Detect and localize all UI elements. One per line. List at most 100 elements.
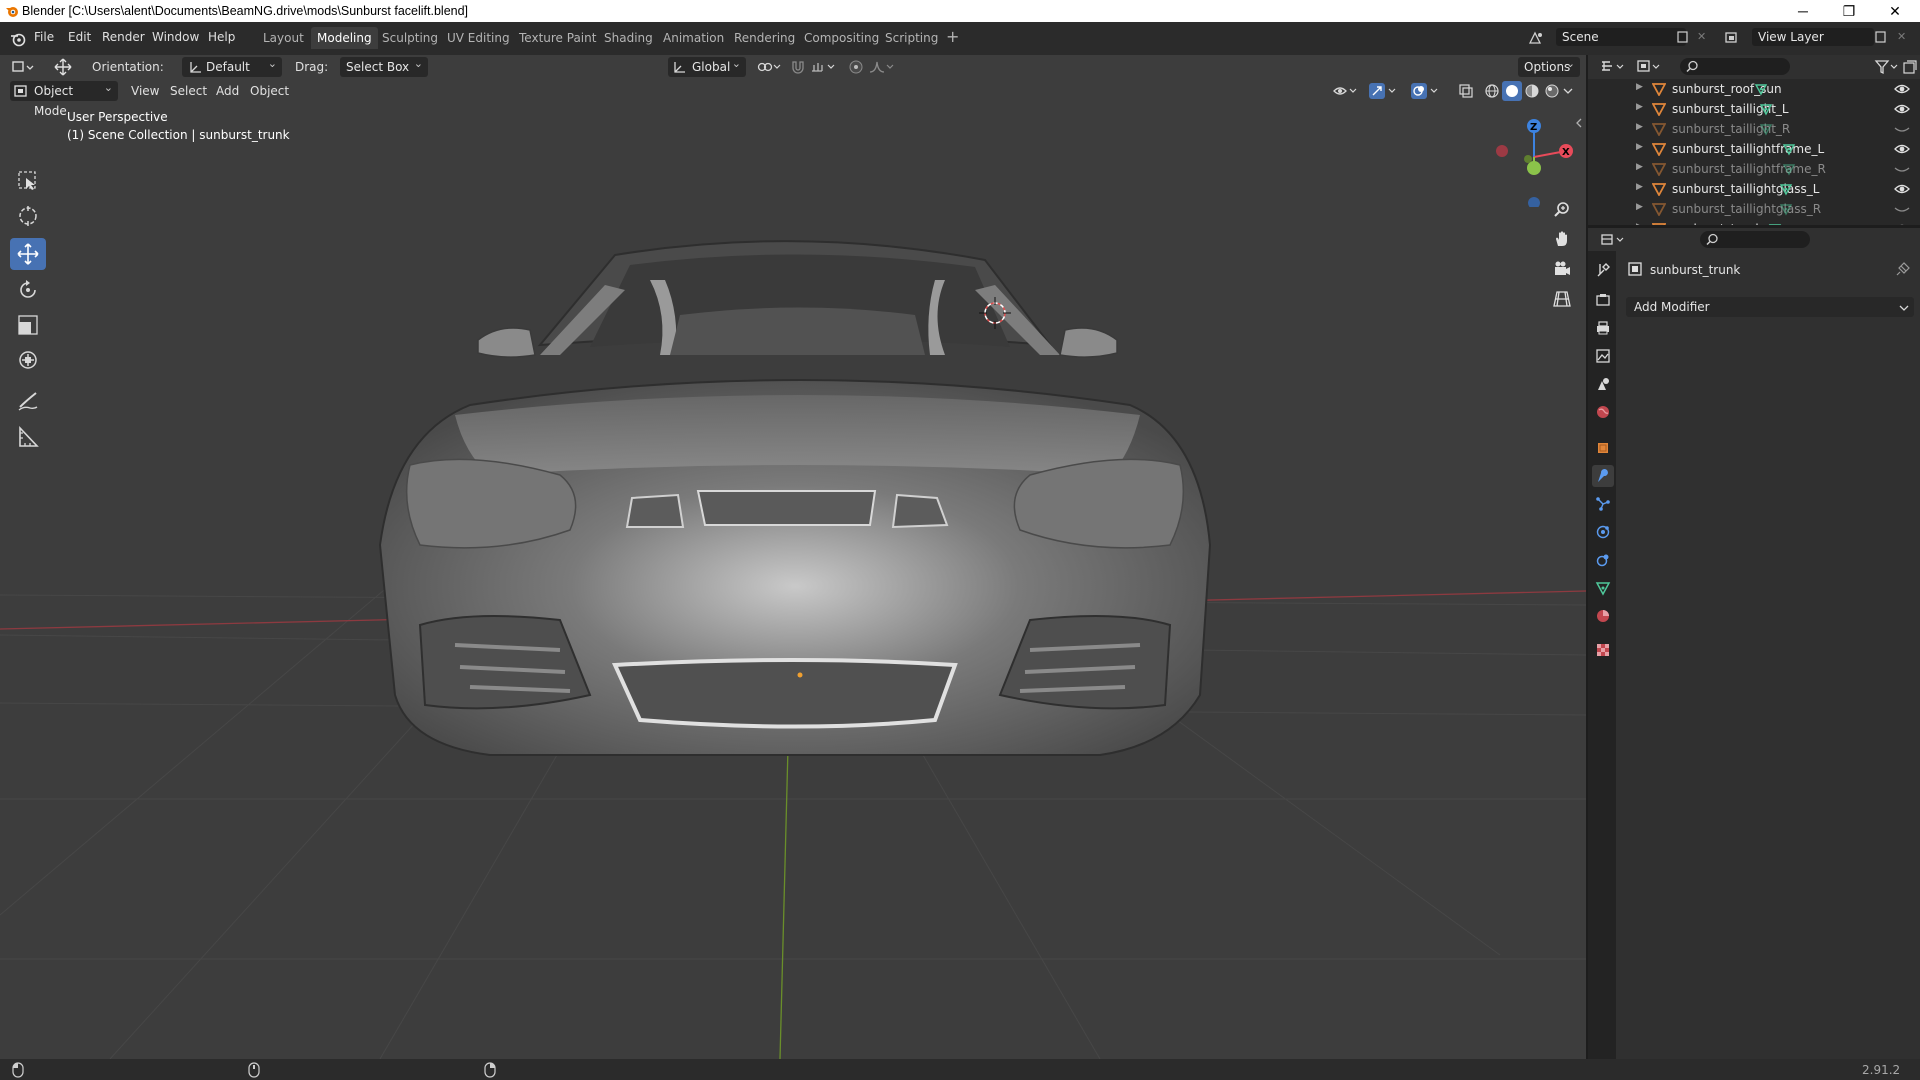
options-dropdown[interactable]: Options (1518, 55, 1580, 77)
properties-editor-type-icon[interactable] (1600, 232, 1626, 248)
mesh-data-icon[interactable] (1759, 102, 1773, 116)
mesh-data-icon[interactable] (1779, 182, 1793, 196)
move-tool[interactable] (10, 238, 46, 270)
pin-icon[interactable] (1896, 262, 1910, 276)
expand-arrow-icon[interactable]: ▶ (1636, 142, 1643, 152)
xray-toggle-icon[interactable] (1458, 83, 1474, 99)
tab-modifier-properties[interactable] (1592, 465, 1614, 487)
menu-edit[interactable]: Edit (68, 30, 91, 44)
eye-visible-icon[interactable] (1894, 102, 1910, 116)
blender-menu-icon[interactable] (10, 31, 26, 47)
eye-visible-icon[interactable] (1894, 82, 1910, 96)
filter-icon[interactable] (1874, 59, 1900, 75)
eye-visible-icon[interactable] (1894, 222, 1910, 225)
outliner-item[interactable]: ▶ sunburst_taillight_L (1588, 99, 1920, 119)
new-scene-icon[interactable] (1676, 30, 1690, 44)
expand-arrow-icon[interactable]: ▶ (1636, 162, 1643, 172)
properties-search-input[interactable] (1700, 231, 1810, 248)
scene-icon[interactable] (1528, 31, 1544, 45)
add-modifier-dropdown[interactable]: Add Modifier (1626, 297, 1914, 317)
tab-sculpting[interactable]: Sculpting (376, 27, 444, 49)
tab-data-properties[interactable] (1592, 577, 1614, 599)
gizmo-neg-z-icon[interactable] (1528, 197, 1540, 207)
proportional-falloff-icon[interactable] (868, 59, 896, 75)
delete-scene-icon[interactable]: ✕ (1697, 30, 1706, 43)
delete-view-layer-icon[interactable]: ✕ (1897, 30, 1906, 43)
eye-hidden-icon[interactable] (1894, 202, 1910, 216)
snap-magnet-icon[interactable] (790, 59, 806, 75)
expand-arrow-icon[interactable]: ▶ (1636, 82, 1643, 92)
close-window-button[interactable]: ✕ (1872, 0, 1918, 22)
zoom-view-button[interactable] (1550, 197, 1574, 221)
pivot-point-icon[interactable] (756, 59, 782, 75)
outliner-item[interactable]: ▶ sunburst_trunk (1588, 219, 1920, 225)
view-layer-icon[interactable] (1724, 31, 1740, 45)
viewport-menu-select[interactable]: Select (170, 84, 207, 98)
viewport-menu-view[interactable]: View (131, 84, 159, 98)
snap-target-icon[interactable] (810, 59, 838, 75)
mesh-data-icon[interactable] (1768, 222, 1782, 225)
expand-arrow-icon[interactable]: ▶ (1636, 102, 1643, 112)
mesh-data-icon[interactable] (1782, 142, 1796, 156)
menu-render[interactable]: Render (102, 30, 145, 44)
tab-shading[interactable]: Shading (598, 27, 659, 49)
shading-material-icon[interactable] (1524, 83, 1540, 99)
outliner-item[interactable]: ▶ sunburst_taillightglass_L (1588, 179, 1920, 199)
outliner-item[interactable]: ▶ sunburst_taillight_R (1588, 119, 1920, 139)
outliner-item[interactable]: ▶ sunburst_taillightframe_L (1588, 139, 1920, 159)
mesh-data-icon[interactable] (1782, 162, 1796, 176)
tab-modeling[interactable]: Modeling (311, 27, 378, 49)
measure-tool[interactable] (10, 421, 46, 453)
tab-render-properties[interactable] (1592, 289, 1614, 311)
tab-physics-properties[interactable] (1592, 521, 1614, 543)
tab-rendering[interactable]: Rendering (728, 27, 801, 49)
shading-rendered-icon[interactable] (1544, 83, 1560, 99)
select-box-tool[interactable] (10, 165, 46, 197)
gizmo-neg-y-icon[interactable] (1524, 155, 1532, 163)
transform-tool[interactable] (10, 344, 46, 376)
sidebar-toggle-chevron-icon[interactable] (1574, 117, 1584, 129)
eye-visible-icon[interactable] (1894, 182, 1910, 196)
outliner-editor-type-icon[interactable] (1600, 59, 1626, 75)
camera-view-button[interactable] (1550, 257, 1574, 281)
scene-name-field[interactable]: Scene (1556, 28, 1686, 46)
viewport-scene[interactable] (0, 55, 1586, 1059)
tab-texture-paint[interactable]: Texture Paint (513, 27, 602, 49)
tab-tool-properties[interactable] (1592, 259, 1614, 281)
tab-compositing[interactable]: Compositing (798, 27, 885, 49)
menu-file[interactable]: File (34, 30, 54, 44)
tab-uv-editing[interactable]: UV Editing (441, 27, 516, 49)
shading-solid-button[interactable] (1502, 81, 1522, 101)
tab-scripting[interactable]: Scripting (879, 27, 944, 49)
cursor-tool[interactable] (10, 200, 46, 232)
gizmo-y-axis-icon[interactable] (1527, 161, 1541, 175)
viewport-overlays-icon[interactable] (1410, 82, 1440, 100)
menu-window[interactable]: Window (152, 30, 199, 44)
editor-type-icon[interactable] (12, 59, 36, 75)
maximize-button[interactable]: ❐ (1826, 0, 1872, 22)
proportional-editing-icon[interactable] (848, 59, 864, 75)
viewport-gizmos-icon[interactable] (1368, 82, 1398, 100)
tab-texture-properties[interactable] (1592, 639, 1614, 661)
toggle-perspective-button[interactable] (1550, 287, 1574, 311)
scale-tool[interactable] (10, 309, 46, 341)
eye-hidden-icon[interactable] (1894, 122, 1910, 136)
outliner-item[interactable]: ▶ sunburst_roof_sun (1588, 79, 1920, 99)
tab-view-layer-properties[interactable] (1592, 345, 1614, 367)
viewport-menu-object[interactable]: Object (250, 84, 289, 98)
viewport-menu-add[interactable]: Add (216, 84, 239, 98)
outliner-search-input[interactable] (1680, 58, 1790, 75)
navigation-gizmo[interactable]: Z X (1484, 107, 1574, 207)
tab-particles-properties[interactable] (1592, 493, 1614, 515)
tab-scene-properties[interactable] (1592, 373, 1614, 395)
minimize-button[interactable]: ─ (1780, 0, 1826, 22)
tab-object-properties[interactable] (1592, 437, 1614, 459)
expand-arrow-icon[interactable]: ▶ (1636, 222, 1643, 225)
outliner-item[interactable]: ▶ sunburst_taillightglass_R (1588, 199, 1920, 219)
tab-world-properties[interactable] (1592, 401, 1614, 423)
3d-viewport[interactable]: Orientation: Default Drag: Select Box Gl… (0, 55, 1586, 1059)
rotate-tool[interactable] (10, 274, 46, 306)
tab-constraints-properties[interactable] (1592, 549, 1614, 571)
car-model-sunburst[interactable] (378, 240, 1212, 756)
move-tool-settings-icon[interactable] (52, 58, 74, 76)
